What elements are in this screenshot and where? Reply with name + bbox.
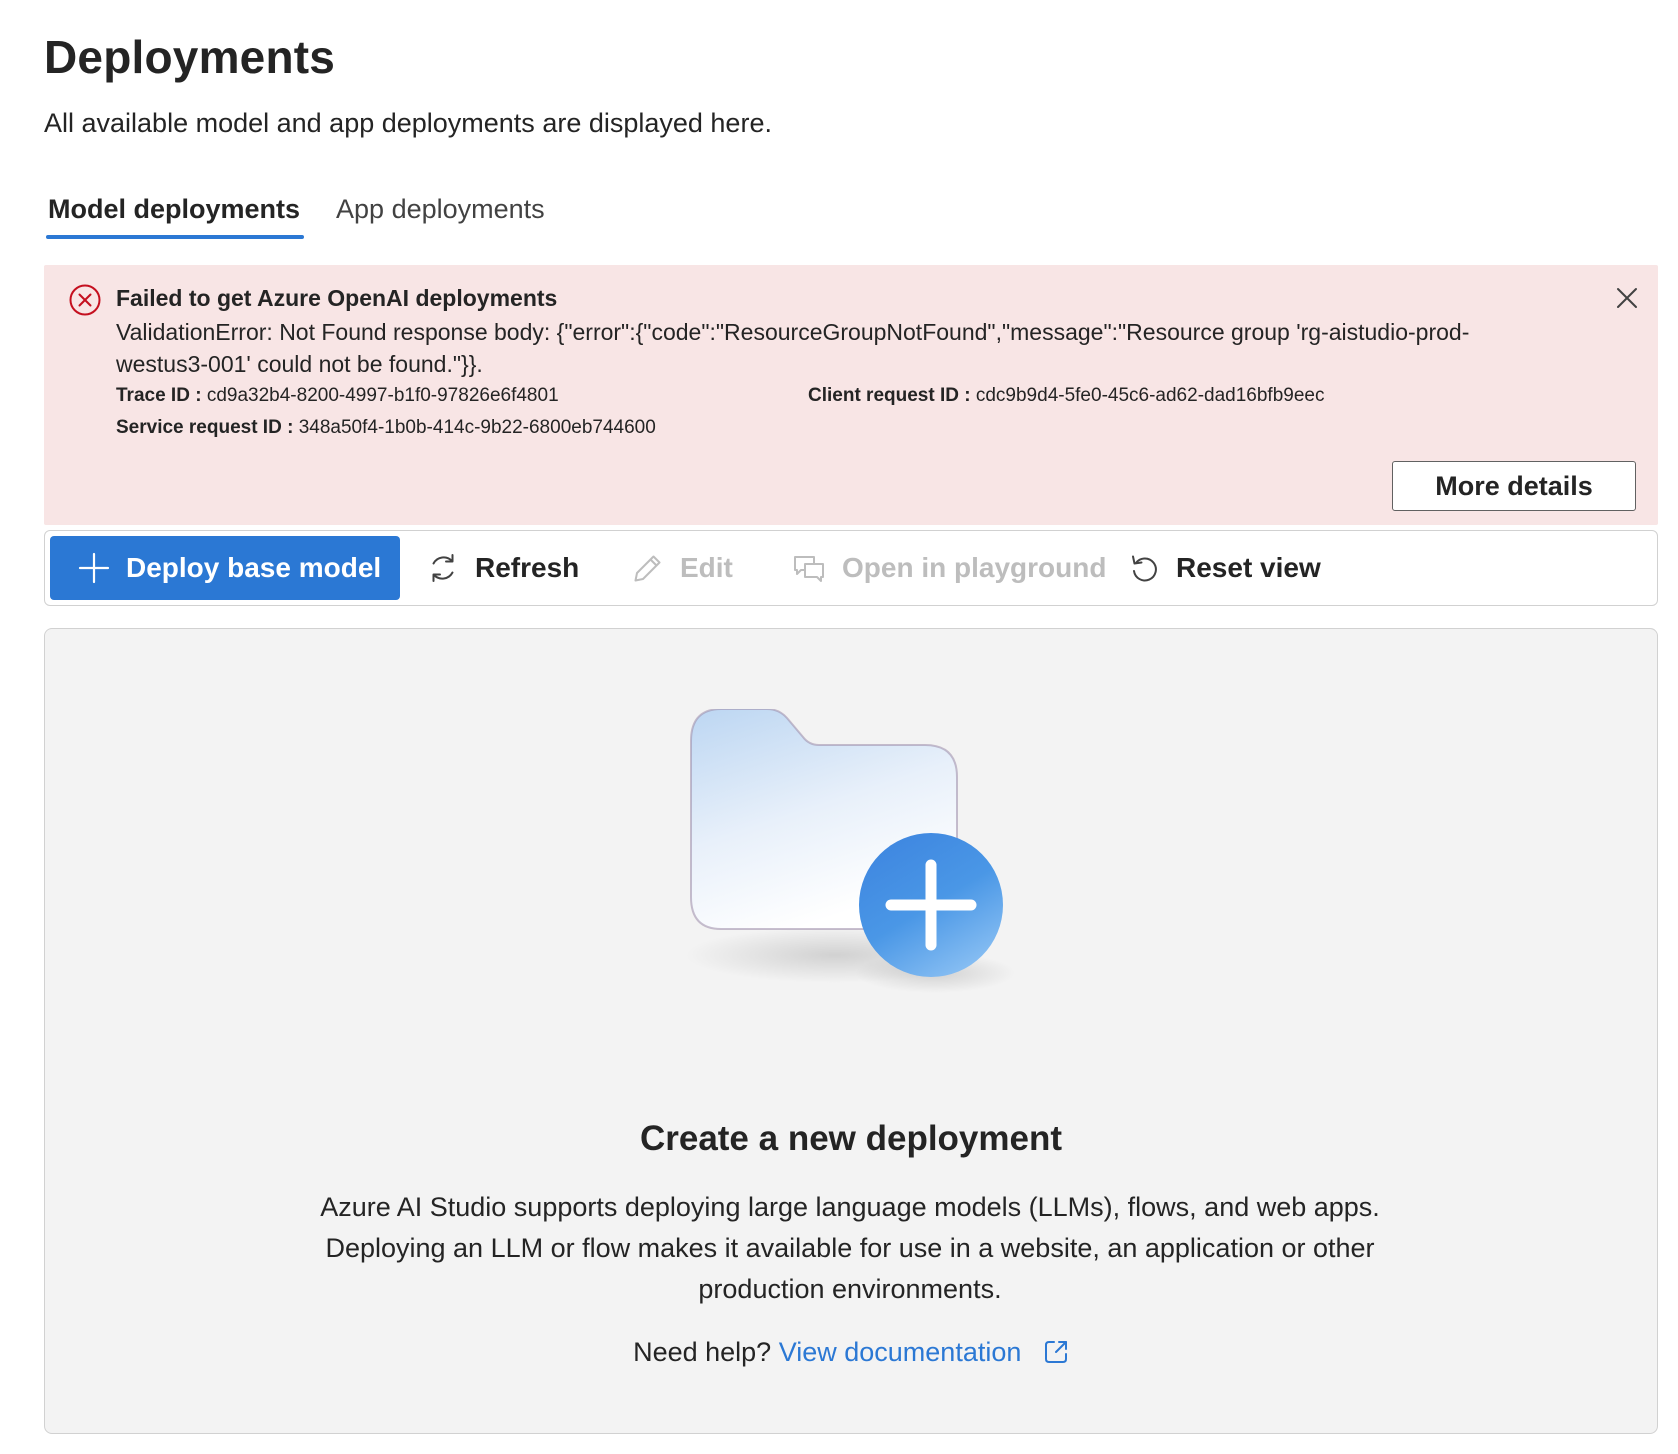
edit-pencil-icon — [634, 555, 661, 582]
edit-label: Edit — [680, 552, 733, 583]
trace-id-label: Trace ID : — [116, 385, 202, 406]
error-circle-icon — [69, 284, 101, 316]
error-message: ValidationError: Not Found response body… — [116, 319, 1470, 377]
service-request-id-value: 348a50f4-1b0b-414c-9b22-6800eb744600 — [298, 417, 656, 438]
reset-view-button[interactable]: Reset view — [1128, 536, 1321, 600]
open-external-icon — [1044, 1341, 1067, 1363]
command-bar: Deploy base model Refresh Edit Open in p… — [44, 530, 1658, 606]
tab-model-deployments[interactable]: Model deployments — [44, 188, 305, 239]
client-request-id-row: Client request ID : cdc9b9d4-5fe0-45c6-a… — [808, 385, 1324, 407]
edit-button[interactable]: Edit — [632, 536, 733, 600]
refresh-button[interactable]: Refresh — [427, 536, 579, 600]
view-documentation-label: View documentation — [778, 1337, 1022, 1367]
trace-id-row: Trace ID : cd9a32b4-8200-4997-b1f0-97826… — [116, 385, 559, 407]
service-request-id-row: Service request ID : 348a50f4-1b0b-414c-… — [116, 417, 656, 439]
page-title: Deployments — [44, 31, 336, 83]
dismiss-icon[interactable] — [1612, 283, 1642, 313]
reset-view-label: Reset view — [1176, 552, 1321, 583]
chat-playground-icon — [794, 556, 824, 582]
refresh-label: Refresh — [475, 552, 580, 583]
tab-list: Model deployments App deployments — [44, 188, 549, 239]
empty-state-title: Create a new deployment — [639, 1119, 1063, 1158]
empty-state-panel: Create a new deployment Azure AI Studio … — [44, 628, 1658, 1434]
page-subtitle: All available model and app deployments … — [44, 108, 772, 138]
more-details-button[interactable]: More details — [1392, 461, 1636, 511]
empty-state-description: Azure AI Studio supports deploying large… — [320, 1192, 1380, 1304]
add-icon — [78, 552, 110, 584]
refresh-icon — [432, 554, 454, 582]
help-line: Need help? View documentation — [45, 1337, 1657, 1368]
open-in-playground-button[interactable]: Open in playground — [792, 536, 1106, 600]
error-title: Failed to get Azure OpenAI deployments — [116, 285, 558, 311]
deploy-base-model-button[interactable]: Deploy base model — [50, 536, 400, 600]
service-request-id-label: Service request ID : — [116, 417, 294, 438]
help-prefix: Need help? — [633, 1337, 772, 1367]
folder-add-illustration — [685, 709, 1015, 993]
client-request-id-label: Client request ID : — [808, 385, 971, 406]
deploy-base-model-label: Deploy base model — [126, 552, 382, 583]
open-in-playground-label: Open in playground — [842, 552, 1107, 583]
reset-arrow-icon — [1132, 555, 1157, 582]
tab-app-deployments[interactable]: App deployments — [332, 188, 549, 239]
trace-id-value: cd9a32b4-8200-4997-b1f0-97826e6f4801 — [206, 385, 559, 406]
view-documentation-link[interactable]: View documentation — [779, 1337, 1069, 1367]
error-banner: Failed to get Azure OpenAI deployments V… — [44, 265, 1658, 525]
client-request-id-value: cdc9b9d4-5fe0-45c6-ad62-dad16bfb9eec — [975, 385, 1325, 406]
